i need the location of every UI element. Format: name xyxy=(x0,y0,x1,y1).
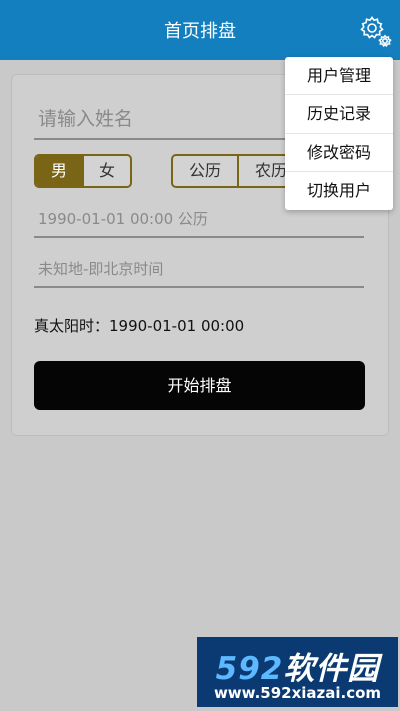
menu-item-user-management[interactable]: 用户管理 xyxy=(285,57,393,96)
watermark-brand-text: 软件园 xyxy=(283,651,380,687)
app-header: 首页排盘 xyxy=(0,0,400,60)
menu-item-switch-user[interactable]: 切换用户 xyxy=(285,172,393,210)
gear-icon[interactable] xyxy=(358,14,394,50)
birth-place-field[interactable]: 未知地-即北京时间 xyxy=(34,254,364,288)
watermark-number: 592 xyxy=(215,651,284,687)
page-title: 首页排盘 xyxy=(164,21,236,42)
menu-item-history[interactable]: 历史记录 xyxy=(285,95,393,134)
watermark-logo: 592软件园 www.592xiazai.com xyxy=(197,637,398,707)
start-chart-button[interactable]: 开始排盘 xyxy=(34,361,365,410)
watermark-brand: 592软件园 xyxy=(197,643,398,688)
watermark-url: www.592xiazai.com xyxy=(213,684,382,702)
gender-toggle: 男 女 xyxy=(34,154,132,188)
calendar-solar-option[interactable]: 公历 xyxy=(173,156,237,186)
gender-male-option[interactable]: 男 xyxy=(36,156,82,186)
true-solar-time-label: 真太阳时：1990-01-01 00:00 xyxy=(34,317,245,335)
settings-dropdown-menu: 用户管理 历史记录 修改密码 切换用户 xyxy=(285,57,393,210)
menu-item-change-password[interactable]: 修改密码 xyxy=(285,134,393,172)
gender-female-option[interactable]: 女 xyxy=(82,156,130,186)
